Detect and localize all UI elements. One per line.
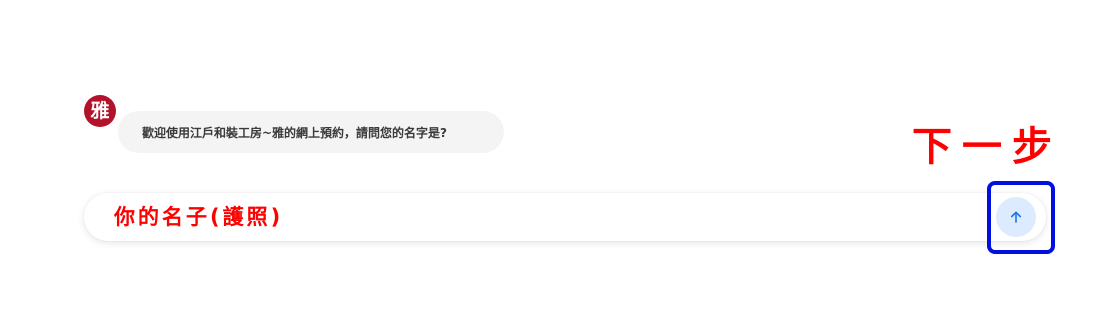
bot-message-text: 歡迎使用江戶和裝工房~雅的網上預約，請問您的名字是? <box>142 125 448 140</box>
bot-message-bubble: 歡迎使用江戶和裝工房~雅的網上預約，請問您的名字是? <box>118 111 504 153</box>
send-button-highlight-box <box>987 181 1055 254</box>
name-input-field[interactable]: 你的名子(護照) <box>84 193 1046 241</box>
name-input-placeholder: 你的名子(護照) <box>114 205 284 229</box>
next-step-annotation: 下一步 <box>912 124 1062 170</box>
bot-avatar: 雅 <box>84 95 116 127</box>
